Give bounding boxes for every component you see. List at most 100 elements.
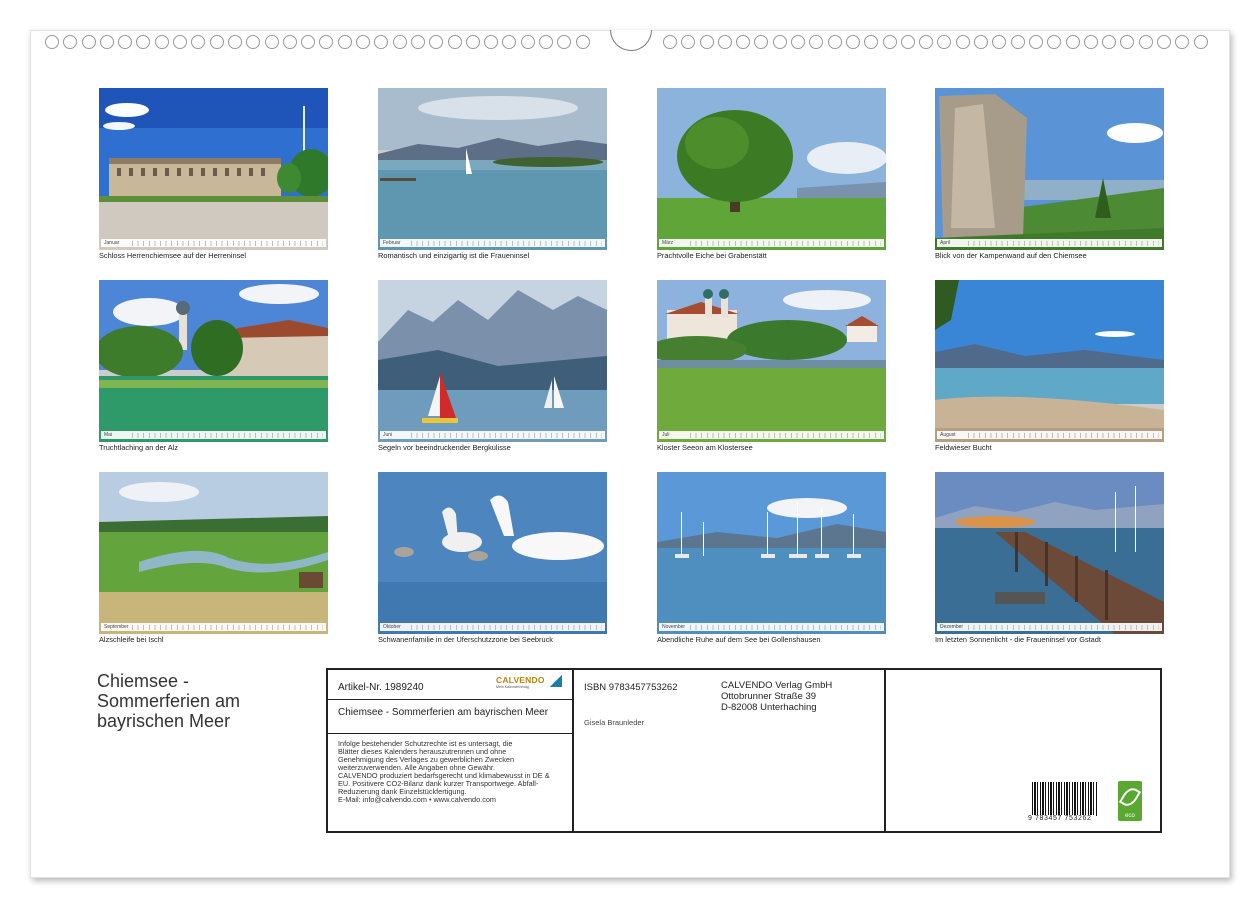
photo-mai[interactable]: Mai [99, 280, 328, 442]
binding-hole [1175, 35, 1190, 49]
binding-hole [374, 35, 389, 49]
imprint-column-left: Artikel-Nr. 1989240 CALVENDO Mein Kalend… [328, 670, 574, 831]
binding-hole [539, 35, 554, 49]
binding-hole [809, 35, 824, 49]
author: Gisela Braunleder [584, 718, 645, 727]
binding-hole [136, 35, 151, 49]
binding-hole [1083, 35, 1098, 49]
palace-scene [99, 88, 328, 250]
oak-tree-scene [657, 88, 886, 250]
barcode [1032, 782, 1098, 816]
binding-hole [465, 35, 480, 49]
binding-hole [392, 35, 407, 49]
photo-april[interactable]: April [935, 88, 1164, 250]
binding-hole [681, 35, 696, 49]
photo-caption: Feldwieser Bucht [935, 443, 992, 452]
photo-caption: Schloss Herrenchiemsee auf der Herrenins… [99, 251, 247, 260]
binding-hole [575, 35, 590, 49]
photo-maerz[interactable]: März [657, 88, 886, 250]
binding-hole [63, 35, 78, 49]
wall-hanger [610, 30, 652, 51]
publication-title: Chiemsee - Sommerferien am bayrischen Me… [338, 707, 549, 718]
rock-view-scene [935, 88, 1164, 250]
binding-hole [974, 35, 989, 49]
binding-hole [955, 35, 970, 49]
photo-august[interactable]: August [935, 280, 1164, 442]
photo-september[interactable]: September [99, 472, 328, 634]
photo-caption: Prachtvolle Eiche bei Grabenstätt [657, 251, 767, 260]
isbn: ISBN 9783457753262 [584, 682, 678, 693]
riverside-village-scene [99, 280, 328, 442]
binding-hole [264, 35, 279, 49]
binding-hole [154, 35, 169, 49]
photo-caption: Segeln vor beeindruckender Bergkulisse [378, 443, 511, 452]
binding-hole [1028, 35, 1043, 49]
lake-island-scene [378, 88, 607, 250]
binding-hole [484, 35, 499, 49]
binding-hole [717, 35, 732, 49]
barcode-number: 9 783457 753262 [1026, 815, 1094, 822]
jetty-sunset-scene [935, 472, 1164, 634]
binding-hole [1193, 35, 1208, 49]
river-bend-scene [99, 472, 328, 634]
binding-hole [447, 35, 462, 49]
imprint-column-middle: ISBN 9783457753262 CALVENDO Verlag GmbH … [574, 670, 886, 831]
photo-juli[interactable]: Juli [657, 280, 886, 442]
imprint-column-right: 9 783457 753262 eco [886, 670, 1160, 831]
binding-hole [1065, 35, 1080, 49]
binding-hole [191, 35, 206, 49]
binding-hole [699, 35, 714, 49]
publisher-address: CALVENDO Verlag GmbH Ottobrunner Straße … [721, 680, 833, 713]
binding-hole [827, 35, 842, 49]
harbor-boats-scene [657, 472, 886, 634]
binding-hole [663, 35, 677, 49]
photo-caption: Kloster Seeon am Klostersee [657, 443, 753, 452]
binding-hole [864, 35, 879, 49]
binding-hole [118, 35, 133, 49]
leaf-icon [1118, 784, 1142, 810]
photo-caption: Blick von der Kampenwand auf den Chiemse… [935, 251, 1087, 260]
binding-hole [845, 35, 860, 49]
imprint-box: Artikel-Nr. 1989240 CALVENDO Mein Kalend… [326, 668, 1162, 833]
swans-scene [378, 472, 607, 634]
binding-hole [992, 35, 1007, 49]
binding-hole [502, 35, 517, 49]
legal-notice: Infolge bestehender Schutzrechte ist es … [338, 739, 550, 805]
binding-hole [227, 35, 242, 49]
photo-januar[interactable]: Januar [99, 88, 328, 250]
calendar-title: Chiemsee - Sommerferien am bayrischen Me… [97, 671, 241, 731]
photo-caption: Truchtlaching an der Alz [99, 443, 179, 452]
binding-hole [1138, 35, 1153, 49]
calvendo-logo-icon [550, 675, 562, 687]
monastery-scene [657, 280, 886, 442]
binding-hole [319, 35, 334, 49]
binding-holes-left [45, 35, 590, 49]
photo-caption: Schwanenfamilie in der Uferschutzzone be… [378, 635, 554, 644]
binding-hole [772, 35, 787, 49]
calvendo-logo: CALVENDO Mein Kalenderverlag [496, 675, 566, 695]
photo-oktober[interactable]: Oktober [378, 472, 607, 634]
photo-juni[interactable]: Juni [378, 280, 607, 442]
binding-hole [301, 35, 316, 49]
eco-badge: eco [1118, 781, 1142, 821]
photo-dezember[interactable]: Dezember [935, 472, 1164, 634]
photo-caption: Alzschleife bei Ischl [99, 635, 164, 644]
binding-hole [791, 35, 806, 49]
binding-hole [337, 35, 352, 49]
bay-beach-scene [935, 280, 1164, 442]
binding-hole [429, 35, 444, 49]
binding-hole [1157, 35, 1172, 49]
binding-hole [173, 35, 188, 49]
sailing-scene [378, 280, 607, 442]
calendar-sheet: Januar Schloss Herrenchiemsee auf der He… [30, 30, 1230, 878]
photo-februar[interactable]: Februar [378, 88, 607, 250]
binding-hole [557, 35, 572, 49]
binding-hole [1102, 35, 1117, 49]
binding-hole [1120, 35, 1135, 49]
binding-hole [99, 35, 114, 49]
binding-hole [900, 35, 915, 49]
photo-november[interactable]: November [657, 472, 886, 634]
photo-caption: Abendliche Ruhe auf dem See bei Gollensh… [657, 635, 821, 644]
binding-hole [520, 35, 535, 49]
binding-hole [1010, 35, 1025, 49]
